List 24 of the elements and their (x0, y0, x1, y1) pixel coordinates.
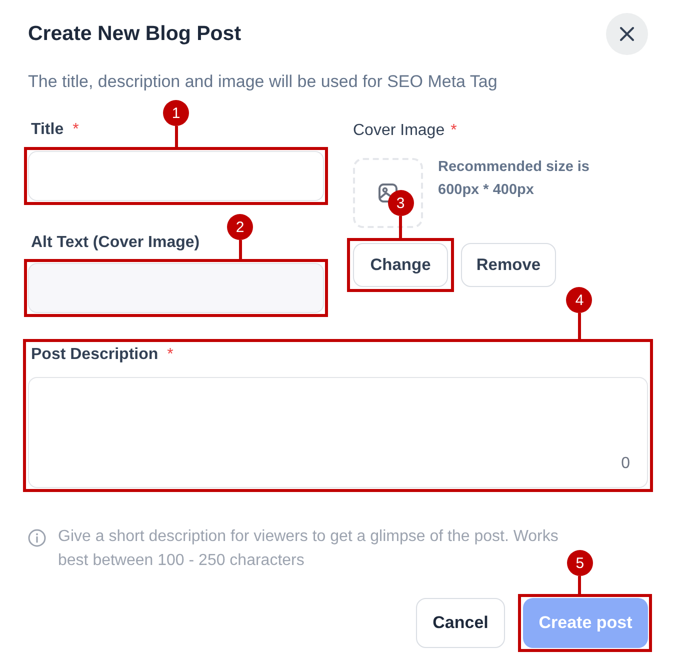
info-icon (28, 529, 46, 547)
character-count: 0 (621, 455, 630, 473)
help-text: Give a short description for viewers to get a glimpse of the post. Works best between 100 - 250 characters (58, 527, 560, 571)
number-badge: 5 (566, 550, 593, 576)
close-button[interactable] (606, 13, 648, 55)
field-label: Title (31, 120, 64, 140)
remove-button[interactable]: Remove (461, 243, 556, 287)
cancel-button[interactable]: Cancel (416, 598, 505, 648)
number-badge: 3 (388, 190, 414, 216)
number-badge: 2 (227, 214, 254, 240)
field-label: Cover Image (353, 121, 445, 141)
size-hint: Recommended size is 600px * 400px (438, 158, 590, 200)
change-button[interactable]: Change (353, 243, 448, 287)
required-asterisk: * (167, 345, 174, 365)
field-label: Post Description (31, 345, 158, 365)
dialog-title: Create New Blog Post (28, 21, 242, 47)
field-label: Alt Text (Cover Image) (31, 233, 200, 253)
number-badge: 4 (566, 287, 592, 313)
required-asterisk: * (72, 120, 79, 140)
subtitle-text: The title, description and image will be used for SEO Meta Tag (28, 72, 498, 92)
description-field[interactable] (28, 377, 648, 488)
required-asterisk: * (450, 121, 457, 141)
number-badge: 1 (163, 100, 189, 126)
close-icon (620, 27, 634, 41)
